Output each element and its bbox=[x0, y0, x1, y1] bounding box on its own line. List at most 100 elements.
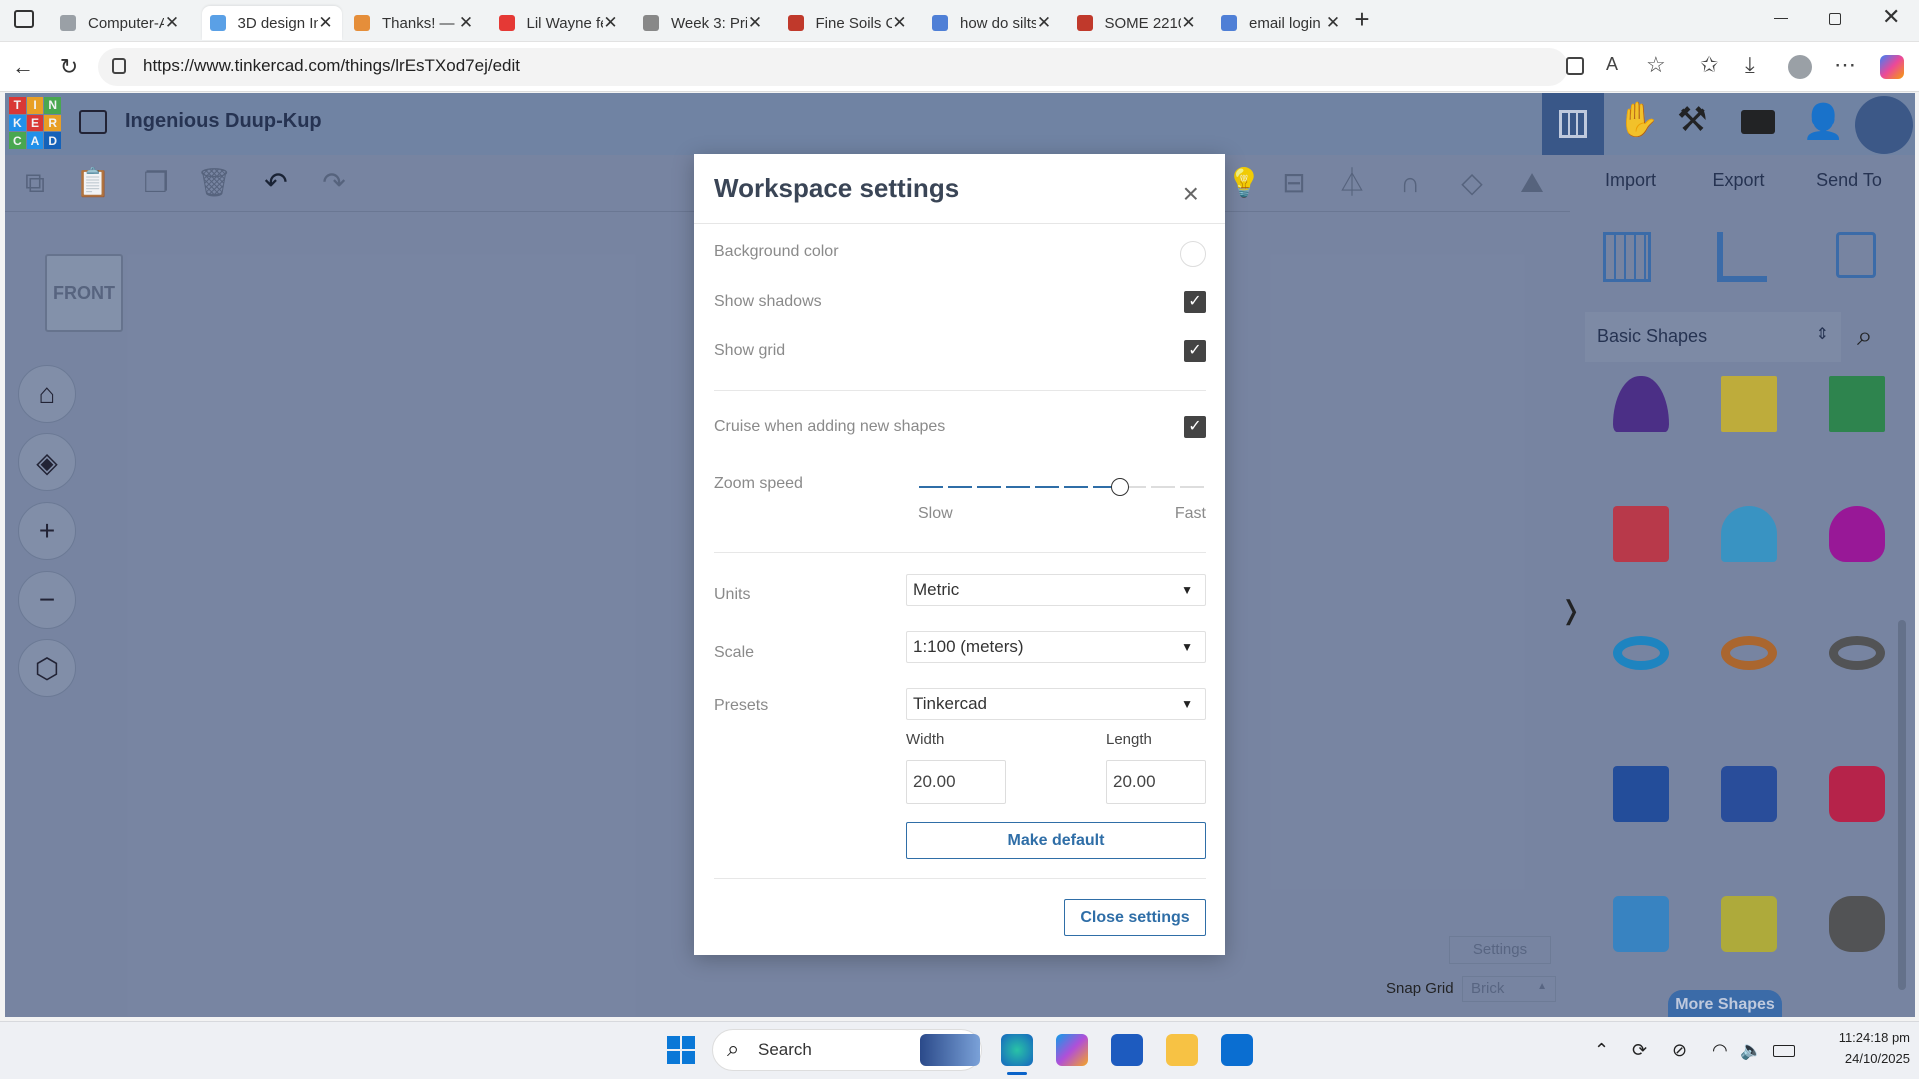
browser-tab[interactable]: Computer-Aide✕ bbox=[52, 6, 188, 40]
refresh-icon[interactable]: ↻ bbox=[56, 54, 82, 80]
new-tab-button[interactable]: + bbox=[1350, 4, 1374, 35]
show-grid-label: Show grid bbox=[714, 342, 786, 359]
width-label: Width bbox=[906, 731, 945, 748]
tab-close-icon[interactable]: ✕ bbox=[747, 13, 763, 33]
wifi-icon[interactable]: ◠ bbox=[1712, 1040, 1728, 1061]
tab-favicon-icon bbox=[498, 15, 515, 31]
cruise-checkbox[interactable]: ✓ bbox=[1184, 416, 1206, 438]
url-text: https://www.tinkercad.com/things/lrEsTXo… bbox=[143, 56, 520, 75]
zoom-speed-row: Zoom speed Slow Fast bbox=[714, 475, 1206, 535]
file-explorer-icon[interactable] bbox=[1166, 1034, 1198, 1066]
browser-tab[interactable]: Fine Soils Class✕ bbox=[780, 6, 916, 40]
outlook-icon[interactable] bbox=[1221, 1034, 1253, 1066]
width-field[interactable]: 20.00 bbox=[906, 760, 1006, 804]
copilot-icon[interactable] bbox=[1880, 55, 1904, 79]
zoom-speed-label: Zoom speed bbox=[714, 475, 803, 492]
search-icon: ⌕ bbox=[727, 1036, 740, 1061]
scale-select[interactable]: 1:100 (meters) ▼ bbox=[906, 631, 1206, 663]
store-icon[interactable] bbox=[1111, 1034, 1143, 1066]
divider bbox=[714, 878, 1206, 879]
clock-date[interactable]: 24/10/2025 bbox=[1810, 1051, 1910, 1066]
tab-close-icon[interactable]: ✕ bbox=[1181, 13, 1197, 33]
tab-actions-icon[interactable] bbox=[14, 10, 34, 28]
m365-icon[interactable] bbox=[1056, 1034, 1088, 1066]
tab-close-icon[interactable]: ✕ bbox=[892, 13, 908, 33]
sync-icon[interactable]: ⟳ bbox=[1632, 1040, 1647, 1061]
browser-tab[interactable]: Week 3: Princip✕ bbox=[635, 6, 771, 40]
tab-favicon-icon bbox=[932, 15, 948, 31]
divider bbox=[714, 390, 1206, 391]
scale-value: 1:100 (meters) bbox=[913, 637, 1024, 656]
tab-title: email login gm bbox=[1249, 14, 1325, 32]
volume-icon[interactable]: 🔈 bbox=[1740, 1040, 1762, 1061]
browser-tab[interactable]: Lil Wayne feat.✕ bbox=[491, 6, 627, 40]
favorites-icon[interactable]: ✩ bbox=[1700, 52, 1718, 78]
battery-icon[interactable] bbox=[1773, 1045, 1795, 1057]
tab-favicon-icon bbox=[1076, 15, 1093, 31]
app-available-icon[interactable] bbox=[1566, 57, 1584, 75]
show-shadows-checkbox[interactable]: ✓ bbox=[1184, 291, 1206, 313]
tab-close-icon[interactable]: ✕ bbox=[603, 13, 619, 33]
presets-value: Tinkercad bbox=[913, 694, 988, 713]
tab-close-icon[interactable]: ✕ bbox=[1036, 13, 1052, 33]
tab-favicon-icon bbox=[787, 15, 804, 31]
close-settings-button[interactable]: Close settings bbox=[1064, 899, 1206, 936]
browser-tab-bar: Computer-Aide✕3D design Inge✕Thanks! — B… bbox=[0, 0, 1919, 42]
presets-label: Presets bbox=[714, 697, 769, 714]
show-grid-checkbox[interactable]: ✓ bbox=[1184, 340, 1206, 362]
background-color-row: Background color bbox=[714, 241, 1206, 273]
zoom-slow-label: Slow bbox=[918, 505, 953, 522]
zoom-fast-label: Fast bbox=[1174, 505, 1206, 522]
presets-select[interactable]: Tinkercad ▼ bbox=[906, 688, 1206, 720]
show-shadows-label: Show shadows bbox=[714, 293, 822, 310]
more-menu-icon[interactable]: ⋯ bbox=[1834, 52, 1856, 78]
site-info-icon[interactable] bbox=[112, 58, 126, 74]
downloads-icon[interactable]: ⤓ bbox=[1745, 52, 1755, 78]
chevron-down-icon: ▼ bbox=[1181, 583, 1193, 597]
background-color-label: Background color bbox=[714, 243, 839, 260]
cruise-row: Cruise when adding new shapes ✓ bbox=[714, 416, 1206, 448]
tab-close-icon[interactable]: ✕ bbox=[318, 13, 334, 33]
location-off-icon[interactable]: ⊘ bbox=[1672, 1040, 1687, 1061]
tab-close-icon[interactable]: ✕ bbox=[1325, 13, 1341, 33]
back-arrow-icon[interactable]: ← bbox=[10, 54, 36, 80]
units-value: Metric bbox=[913, 580, 960, 599]
close-icon[interactable]: × bbox=[1183, 178, 1199, 210]
slider-fill bbox=[919, 486, 1120, 488]
edge-browser-icon[interactable] bbox=[1001, 1034, 1033, 1066]
active-app-indicator bbox=[1007, 1072, 1027, 1075]
tab-title: Computer-Aide bbox=[88, 14, 164, 32]
units-select[interactable]: Metric ▼ bbox=[906, 574, 1206, 606]
tab-favicon-icon bbox=[354, 15, 370, 31]
browser-tab[interactable]: 3D design Inge✕ bbox=[201, 6, 342, 40]
slider-handle[interactable] bbox=[1110, 478, 1129, 496]
favorite-star-icon[interactable]: ☆ bbox=[1646, 52, 1666, 78]
close-window-button[interactable]: ✕ bbox=[1882, 4, 1900, 30]
scale-label: Scale bbox=[714, 644, 755, 661]
zoom-speed-slider[interactable] bbox=[919, 478, 1206, 496]
start-button[interactable] bbox=[667, 1036, 695, 1064]
make-default-button[interactable]: Make default bbox=[906, 822, 1206, 859]
browser-tab[interactable]: Thanks! — Ble✕ bbox=[346, 6, 482, 40]
show-grid-row: Show grid ✓ bbox=[714, 340, 1206, 372]
minimize-button[interactable] bbox=[1774, 18, 1788, 19]
profile-avatar[interactable] bbox=[1788, 55, 1812, 79]
divider bbox=[714, 552, 1206, 553]
dialog-title: Workspace settings bbox=[694, 154, 1225, 224]
tab-close-icon[interactable]: ✕ bbox=[164, 13, 180, 33]
browser-tab[interactable]: email login gm✕ bbox=[1213, 6, 1349, 40]
browser-tab[interactable]: SOME 22103_C✕ bbox=[1069, 6, 1205, 40]
tab-title: how do silts wi bbox=[960, 14, 1036, 32]
tab-close-icon[interactable]: ✕ bbox=[458, 13, 474, 33]
restore-button[interactable] bbox=[1829, 13, 1841, 25]
background-color-swatch[interactable] bbox=[1180, 241, 1206, 267]
browser-tab[interactable]: how do silts wi✕ bbox=[924, 6, 1060, 40]
tab-title: Thanks! — Ble bbox=[382, 14, 458, 32]
search-highlight-image bbox=[920, 1034, 980, 1066]
tab-favicon-icon bbox=[1221, 15, 1237, 31]
clock-time[interactable]: 11:24:18 pm bbox=[1810, 1030, 1910, 1045]
chevron-up-icon[interactable]: ⌃ bbox=[1594, 1040, 1609, 1061]
read-aloud-icon[interactable]: A bbox=[1606, 54, 1618, 75]
tab-title: 3D design Inge bbox=[237, 14, 318, 32]
length-field[interactable]: 20.00 bbox=[1106, 760, 1206, 804]
